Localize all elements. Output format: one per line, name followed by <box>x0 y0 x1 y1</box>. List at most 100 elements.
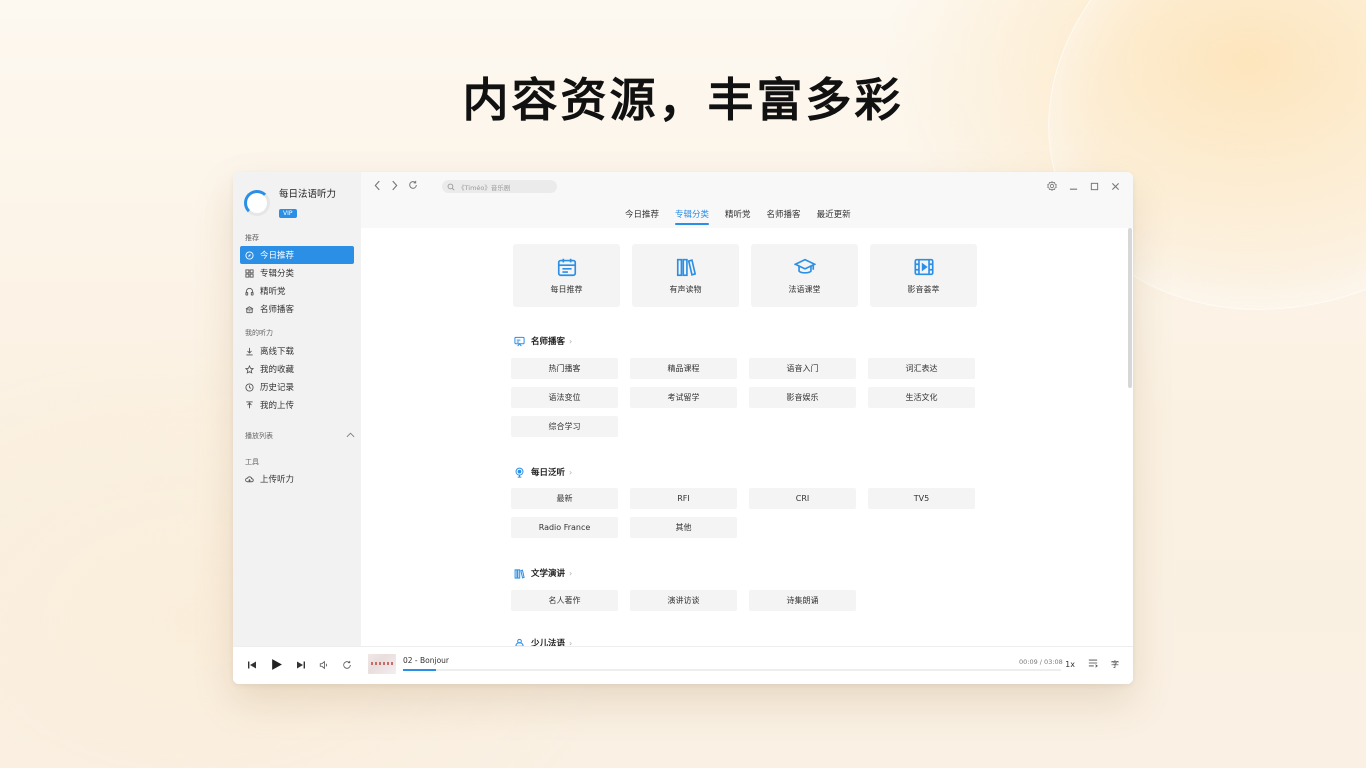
progress-bar[interactable] <box>403 669 1061 671</box>
minimize-icon[interactable] <box>1067 180 1079 192</box>
kids-icon <box>515 638 524 646</box>
section-title: 文学演讲 <box>531 569 566 579</box>
top-bar: 《Timéo》音乐剧 今日推荐 专辑分类 精听党 名师播客 最近更新 <box>361 172 1133 228</box>
profile[interactable]: 每日法语听力 VIP <box>244 186 336 219</box>
refresh-icon[interactable] <box>408 180 418 194</box>
headphones-icon <box>245 287 254 296</box>
literature-chips: 名人著作 演讲访谈 诗集朗诵 <box>511 590 975 611</box>
playlist-icon[interactable] <box>1088 658 1098 670</box>
search-input[interactable]: 《Timéo》音乐剧 <box>442 180 557 193</box>
section-title: 少儿法语 <box>531 639 566 646</box>
section-header-daily-listening[interactable]: 每日泛听 › <box>514 466 572 478</box>
maximize-icon[interactable] <box>1088 180 1100 192</box>
card-label: 有声读物 <box>669 285 702 294</box>
chip[interactable]: 语法变位 <box>511 387 618 408</box>
sidebar-item-download[interactable]: 离线下载 <box>240 342 354 360</box>
chevron-right-icon: › <box>569 638 573 647</box>
chevron-up-icon <box>346 432 355 440</box>
tools-section-label: 工具 <box>245 458 259 466</box>
sidebar-item-label: 历史记录 <box>260 383 295 393</box>
sidebar-item-favorites[interactable]: 我的收藏 <box>240 360 354 378</box>
volume-icon[interactable] <box>319 660 329 670</box>
category-cards: 每日推荐 有声读物 法语课堂 影音荟萃 <box>513 244 977 307</box>
chip[interactable]: 名人著作 <box>511 590 618 611</box>
film-icon <box>913 258 934 276</box>
avatar[interactable] <box>244 189 270 216</box>
card-daily-recommend[interactable]: 每日推荐 <box>513 244 620 307</box>
chip[interactable]: 精品课程 <box>630 358 737 379</box>
sidebar-item-intensive[interactable]: 精听党 <box>240 282 354 300</box>
podcast-chips: 热门播客 精品课程 语音入门 词汇表达 语法变位 考试留学 影音娱乐 生活文化 … <box>511 358 975 437</box>
section-title: 每日泛听 <box>531 468 566 478</box>
sidebar-item-label: 专辑分类 <box>260 269 295 279</box>
chip[interactable]: CRI <box>749 488 856 509</box>
cloud-upload-icon <box>245 475 254 484</box>
chip[interactable]: 热门播客 <box>511 358 618 379</box>
my-nav: 离线下载 我的收藏 历史记录 我的上传 <box>240 342 354 414</box>
hero-title: 内容资源，丰富多彩 <box>462 73 904 127</box>
sidebar-item-today[interactable]: 今日推荐 <box>240 246 354 264</box>
sidebar-item-history[interactable]: 历史记录 <box>240 378 354 396</box>
sidebar-item-label: 离线下载 <box>260 347 295 357</box>
tools-nav: 上传听力 <box>240 470 354 488</box>
tab-albums[interactable]: 专辑分类 <box>667 208 717 226</box>
tab-recent[interactable]: 最近更新 <box>809 208 859 226</box>
star-icon <box>245 364 254 374</box>
chip[interactable]: TV5 <box>868 488 975 509</box>
search-placeholder: 《Timéo》音乐剧 <box>458 183 511 192</box>
tab-intensive[interactable]: 精听党 <box>717 208 759 226</box>
history-nav <box>374 180 418 194</box>
forward-icon[interactable] <box>391 180 398 194</box>
time-display: 00:09 / 03:08 <box>1019 658 1063 666</box>
chip[interactable]: Radio France <box>511 517 618 538</box>
grid-icon <box>245 268 254 278</box>
calendar-icon <box>557 258 576 277</box>
card-media[interactable]: 影音荟萃 <box>870 244 977 307</box>
chip[interactable]: RFI <box>630 488 737 509</box>
sidebar-item-albums[interactable]: 专辑分类 <box>240 264 354 282</box>
podcast-board-icon <box>514 336 525 346</box>
compass-icon <box>245 250 254 260</box>
chip[interactable]: 语音入门 <box>749 358 856 379</box>
section-header-podcast[interactable]: 名师播客 › <box>514 335 572 347</box>
recommend-section-label: 推荐 <box>245 234 259 242</box>
sidebar-item-label: 我的上传 <box>260 401 295 411</box>
chip[interactable]: 演讲访谈 <box>630 590 737 611</box>
sidebar-item-uploads[interactable]: 我的上传 <box>240 396 354 414</box>
settings-icon[interactable] <box>1046 180 1058 192</box>
repeat-icon[interactable] <box>342 660 352 670</box>
section-header-kids-french[interactable]: 少儿法语 › <box>514 637 572 646</box>
back-icon[interactable] <box>374 180 381 194</box>
sidebar-item-podcast[interactable]: 名师播客 <box>240 300 354 318</box>
sidebar-item-label: 今日推荐 <box>260 251 295 261</box>
next-icon[interactable] <box>296 660 306 670</box>
previous-icon[interactable] <box>247 660 257 670</box>
daily-listening-chips: 最新 RFI CRI TV5 Radio France 其他 <box>511 488 975 538</box>
tab-podcast[interactable]: 名师播客 <box>759 208 809 226</box>
tab-today[interactable]: 今日推荐 <box>617 208 667 226</box>
chip[interactable]: 诗集朗诵 <box>749 590 856 611</box>
chip[interactable]: 生活文化 <box>868 387 975 408</box>
playlist-toggle[interactable]: 播放列表 <box>245 431 355 441</box>
speed-button[interactable]: 1x <box>1065 660 1075 669</box>
chip[interactable]: 词汇表达 <box>868 358 975 379</box>
main-content: 每日推荐 有声读物 法语课堂 影音荟萃 名师播客 › 热门播客 精品课程 语音入… <box>361 228 1133 646</box>
chip[interactable]: 考试留学 <box>630 387 737 408</box>
album-thumbnail[interactable] <box>368 654 396 674</box>
card-audiobooks[interactable]: 有声读物 <box>632 244 739 307</box>
radio-icon <box>515 467 524 478</box>
chip[interactable]: 其他 <box>630 517 737 538</box>
lyrics-button[interactable]: 字 <box>1111 659 1119 670</box>
play-icon[interactable] <box>270 658 283 671</box>
player-options: 1x 字 <box>1065 658 1119 670</box>
sidebar-item-upload-listening[interactable]: 上传听力 <box>240 470 354 488</box>
close-icon[interactable] <box>1109 180 1121 192</box>
chip[interactable]: 最新 <box>511 488 618 509</box>
books-icon <box>676 258 696 277</box>
card-french-class[interactable]: 法语课堂 <box>751 244 858 307</box>
scrollbar[interactable] <box>1128 228 1132 388</box>
chip[interactable]: 影音娱乐 <box>749 387 856 408</box>
section-header-literature[interactable]: 文学演讲 › <box>514 567 572 579</box>
main-tabs: 今日推荐 专辑分类 精听党 名师播客 最近更新 <box>617 208 859 226</box>
chip[interactable]: 综合学习 <box>511 416 618 437</box>
